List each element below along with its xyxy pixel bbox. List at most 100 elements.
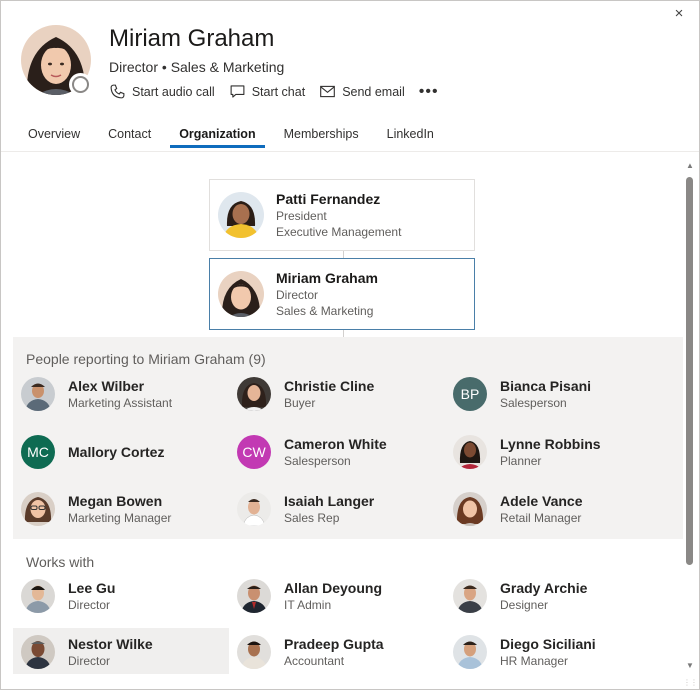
person-name: Nestor Wilke [68, 635, 153, 652]
avatar [237, 492, 271, 526]
org-card-manager[interactable]: Patti Fernandez President Executive Mana… [209, 179, 475, 251]
start-chat-label: Start chat [251, 84, 306, 99]
avatar [453, 435, 487, 469]
avatar [237, 377, 271, 411]
avatar [21, 635, 55, 669]
phone-icon [110, 84, 125, 99]
avatar-initials: BP [453, 377, 487, 411]
more-actions-button[interactable]: ••• [418, 82, 439, 100]
person-role: Designer [500, 597, 549, 612]
avatar [453, 579, 487, 613]
person-name: Grady Archie [500, 579, 588, 596]
person-name: Isaiah Langer [284, 492, 375, 509]
person-item[interactable]: Christie Cline Buyer [237, 377, 374, 411]
person-name: Christie Cline [284, 377, 375, 394]
person-item[interactable]: Lee Gu Director [21, 579, 115, 613]
person-name: Megan Bowen [68, 492, 163, 509]
tab-contact[interactable]: Contact [99, 125, 160, 148]
avatar [237, 579, 271, 613]
person-role: Buyer [284, 395, 316, 410]
org-card-role: President [276, 209, 327, 223]
person-role: IT Admin [284, 597, 332, 612]
avatar [218, 192, 264, 238]
person-role: Director [68, 597, 111, 612]
person-item[interactable]: Alex Wilber Marketing Assistant [21, 377, 172, 411]
tab-overview[interactable]: Overview [19, 125, 89, 148]
org-card-name: Patti Fernandez [276, 191, 381, 207]
person-role: Accountant [284, 653, 345, 668]
avatar [21, 377, 55, 411]
tab-bar: Overview Contact Organization Membership… [19, 125, 453, 148]
avatar [21, 492, 55, 526]
person-role: Director [68, 653, 111, 668]
resize-grip-icon[interactable]: ⋮⋮ [683, 678, 698, 687]
avatar-initials: CW [237, 435, 271, 469]
org-card-name: Miriam Graham [276, 270, 378, 286]
org-card-dept: Sales & Marketing [276, 304, 374, 318]
close-icon: × [674, 5, 684, 22]
profile-card-window: × Miriam Graham Director • Sales & Marke… [0, 0, 700, 690]
person-name: Lynne Robbins [500, 435, 601, 452]
send-email-button[interactable]: Send email [319, 83, 405, 100]
person-name: Bianca Pisani [500, 377, 592, 394]
org-card-role: Director [276, 288, 319, 302]
avatar-initials: MC [21, 435, 55, 469]
mail-icon [320, 85, 336, 98]
person-item[interactable]: CW Cameron White Salesperson [237, 435, 387, 469]
person-name: Adele Vance [500, 492, 583, 509]
tab-memberships[interactable]: Memberships [275, 125, 368, 148]
profile-name: Miriam Graham [109, 25, 275, 52]
organization-panel: Patti Fernandez President Executive Mana… [13, 152, 683, 674]
avatar [453, 492, 487, 526]
profile-title: Director • Sales & Marketing [109, 59, 285, 75]
person-item[interactable]: Pradeep Gupta Accountant [237, 635, 384, 669]
person-item[interactable]: Grady Archie Designer [453, 579, 587, 613]
person-name: Diego Siciliani [500, 635, 596, 652]
direct-reports-title: People reporting to Miriam Graham (9) [26, 351, 266, 367]
person-name: Cameron White [284, 435, 387, 452]
person-name: Pradeep Gupta [284, 635, 384, 652]
scroll-up-arrow-icon[interactable]: ▲ [685, 161, 695, 171]
direct-reports-section: People reporting to Miriam Graham (9) Al… [13, 337, 683, 539]
avatar [237, 635, 271, 669]
person-item[interactable]: Allan Deyoung IT Admin [237, 579, 382, 613]
person-name: Mallory Cortez [68, 443, 165, 460]
person-item[interactable]: Lynne Robbins Planner [453, 435, 601, 469]
send-email-label: Send email [342, 84, 405, 99]
person-item-hovered[interactable]: Nestor Wilke Director [21, 635, 153, 669]
org-card-current-person[interactable]: Miriam Graham Director Sales & Marketing [209, 258, 475, 330]
start-audio-call-label: Start audio call [132, 84, 215, 99]
person-role: Salesperson [284, 453, 351, 468]
person-item[interactable]: Diego Siciliani HR Manager [453, 635, 596, 669]
start-audio-call-button[interactable]: Start audio call [109, 83, 215, 100]
close-button[interactable]: × [669, 5, 689, 22]
person-item[interactable]: Adele Vance Retail Manager [453, 492, 583, 526]
tab-linkedin[interactable]: LinkedIn [378, 125, 443, 148]
person-role: Marketing Manager [68, 510, 172, 525]
person-item[interactable]: Megan Bowen Marketing Manager [21, 492, 171, 526]
person-name: Allan Deyoung [284, 579, 383, 596]
person-role: Salesperson [500, 395, 567, 410]
scroll-down-arrow-icon[interactable]: ▼ [685, 661, 695, 671]
org-card-dept: Executive Management [276, 225, 402, 239]
person-role: Marketing Assistant [68, 395, 173, 410]
scrollbar-thumb[interactable] [686, 177, 693, 565]
person-item[interactable]: Isaiah Langer Sales Rep [237, 492, 374, 526]
tab-organization[interactable]: Organization [170, 125, 266, 148]
person-role: Planner [500, 453, 542, 468]
person-item[interactable]: BP Bianca Pisani Salesperson [453, 377, 591, 411]
vertical-scrollbar[interactable]: ▲ ▼ [685, 161, 695, 671]
person-role: Sales Rep [284, 510, 340, 525]
person-role: HR Manager [500, 653, 569, 668]
person-role: Retail Manager [500, 510, 582, 525]
more-icon: ••• [418, 82, 439, 100]
chat-icon [230, 85, 245, 98]
presence-status-icon [69, 73, 92, 96]
person-name: Alex Wilber [68, 377, 145, 394]
action-bar: Start audio call Start chat Send email •… [109, 83, 439, 100]
avatar [453, 635, 487, 669]
person-item[interactable]: MC Mallory Cortez [21, 435, 164, 469]
start-chat-button[interactable]: Start chat [229, 83, 306, 100]
person-name: Lee Gu [68, 579, 116, 596]
avatar [21, 579, 55, 613]
